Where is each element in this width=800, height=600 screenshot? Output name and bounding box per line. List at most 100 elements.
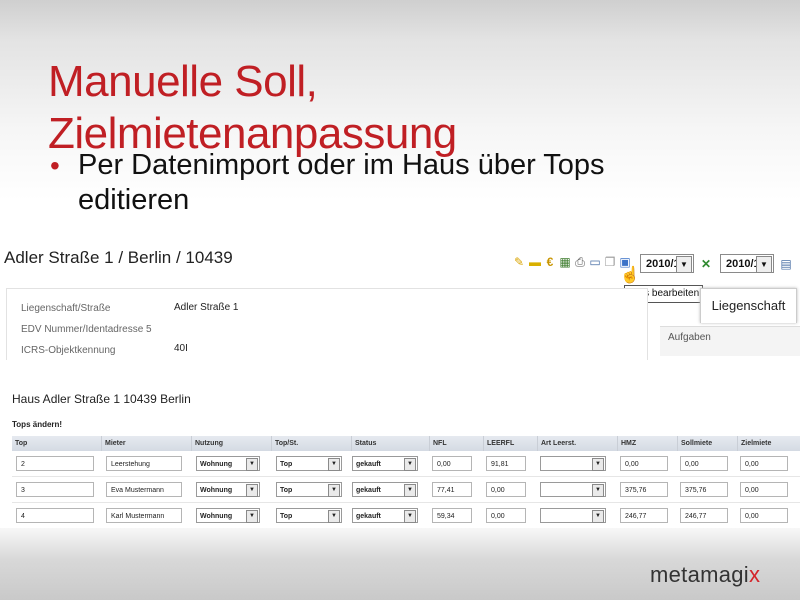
chevron-down-icon[interactable]: ▼ [246, 510, 258, 523]
hmz-input[interactable]: 375,76 [620, 482, 668, 497]
nutzung-select[interactable]: Wohnung ▼ [196, 482, 260, 497]
table-row: 2 Leerstehung Wohnung ▼ Top ▼ gekauft ▼ 0,0… [12, 451, 800, 477]
logo-x: x [749, 562, 761, 587]
zielmiete-input[interactable]: 0,00 [740, 508, 788, 523]
tops-table: Top Mieter Nutzung Top/St. Status NFL LE… [12, 436, 800, 528]
nutzung-value: Wohnung [200, 513, 233, 520]
bullet-dot-icon: • [50, 150, 60, 181]
sollmiete-input[interactable]: 375,76 [680, 482, 728, 497]
column-header: Top/St. [272, 436, 352, 451]
sidebar-item-aufgaben[interactable]: Aufgaben [660, 326, 800, 356]
status-value: gekauft [356, 487, 381, 494]
object-header-title: Adler Straße 1 / Berlin / 10439 [4, 248, 233, 267]
column-header: LEERFL [484, 436, 538, 451]
chevron-down-icon[interactable]: ▼ [404, 484, 416, 497]
hmz-input[interactable]: 246,77 [620, 508, 668, 523]
art-leerst-select[interactable]: ▼ [540, 508, 606, 523]
status-select[interactable]: gekauft ▼ [352, 508, 418, 523]
column-header: NFL [430, 436, 484, 451]
metamagix-logo: metamagix [650, 562, 760, 588]
tops-editor-screenshot: Haus Adler Straße 1 10439 Berlin Tops än… [0, 376, 800, 528]
table-view-icon[interactable]: ▤ [779, 257, 793, 271]
chevron-down-icon[interactable]: ▼ [676, 256, 692, 273]
mieter-input[interactable]: Leerstehung [106, 456, 182, 471]
euro-icon[interactable]: € [543, 255, 557, 269]
zielmiete-input[interactable]: 0,00 [740, 456, 788, 471]
art-leerst-select[interactable]: ▼ [540, 456, 606, 471]
hmz-input[interactable]: 0,00 [620, 456, 668, 471]
table-header-row: Top Mieter Nutzung Top/St. Status NFL LE… [12, 436, 800, 451]
topst-value: Top [280, 461, 293, 468]
chevron-down-icon[interactable]: ▼ [592, 484, 604, 497]
column-header: Art Leerst. [538, 436, 618, 451]
mieter-input[interactable]: Eva Mustermann [106, 482, 182, 497]
chevron-down-icon[interactable]: ▼ [592, 510, 604, 523]
status-select[interactable]: gekauft ▼ [352, 456, 418, 471]
date-to-select[interactable]: 2010/12 ▼ [720, 254, 774, 273]
nutzung-select[interactable]: Wohnung ▼ [196, 508, 260, 523]
column-header: Nutzung [192, 436, 272, 451]
spreadsheet-icon[interactable]: ▦ [558, 255, 572, 269]
top-input[interactable]: 4 [16, 508, 94, 523]
chevron-down-icon[interactable]: ▼ [328, 484, 340, 497]
bullet-line-1: Per Datenimport oder im Haus über Tops [78, 149, 605, 181]
leerfl-input[interactable]: 91,81 [486, 456, 526, 471]
table-row: 3 Eva Mustermann Wohnung ▼ Top ▼ gekauft ▼ … [12, 477, 800, 503]
leerfl-input[interactable]: 0,00 [486, 508, 526, 523]
object-view-screenshot: Adler Straße 1 / Berlin / 10439 ✎ ▬ € ▦ … [0, 238, 800, 360]
status-select[interactable]: gekauft ▼ [352, 482, 418, 497]
logo-text: metamagi [650, 562, 749, 587]
top-input[interactable]: 2 [16, 456, 94, 471]
chevron-down-icon[interactable]: ▼ [246, 458, 258, 471]
column-header: Mieter [102, 436, 192, 451]
sollmiete-input[interactable]: 0,00 [680, 456, 728, 471]
leerfl-input[interactable]: 0,00 [486, 482, 526, 497]
column-header: Status [352, 436, 430, 451]
status-value: gekauft [356, 461, 381, 468]
nfl-input[interactable]: 59,34 [432, 508, 472, 523]
mieter-input[interactable]: Karl Mustermann [106, 508, 182, 523]
house-title: Haus Adler Straße 1 10439 Berlin [12, 392, 191, 406]
chevron-down-icon[interactable]: ▼ [592, 458, 604, 471]
sollmiete-input[interactable]: 246,77 [680, 508, 728, 523]
pencil-icon[interactable]: ✎ [512, 255, 526, 269]
chevron-down-icon[interactable]: ▼ [756, 256, 772, 273]
copy-icon[interactable]: ❐ [603, 255, 617, 269]
date-from-select[interactable]: 2010/12 ▼ [640, 254, 694, 273]
column-header: HMZ [618, 436, 678, 451]
bullet-line-2: editieren [78, 184, 190, 216]
topst-select[interactable]: Top ▼ [276, 456, 342, 471]
status-value: gekauft [356, 513, 381, 520]
top-input[interactable]: 3 [16, 482, 94, 497]
bullet-text: Per Datenimport oder im Haus über Tops e… [78, 148, 605, 218]
art-leerst-select[interactable]: ▼ [540, 482, 606, 497]
folder-icon[interactable]: ▬ [528, 255, 542, 269]
printer-icon[interactable]: ⎙ [573, 255, 587, 269]
nutzung-value: Wohnung [200, 461, 233, 468]
zielmiete-input[interactable]: 0,00 [740, 482, 788, 497]
excel-icon[interactable]: ✕ [699, 257, 713, 271]
card-icon[interactable]: ▭ [588, 255, 602, 269]
column-header: Sollmiete [678, 436, 738, 451]
chevron-down-icon[interactable]: ▼ [404, 458, 416, 471]
topst-select[interactable]: Top ▼ [276, 508, 342, 523]
topst-value: Top [280, 487, 293, 494]
column-header: Top [12, 436, 102, 451]
field-label: ICRS-Objektkennung [21, 345, 116, 356]
nutzung-select[interactable]: Wohnung ▼ [196, 456, 260, 471]
tab-liegenschaft[interactable]: Liegenschaft [700, 288, 797, 323]
chevron-down-icon[interactable]: ▼ [246, 484, 258, 497]
object-info-panel: Liegenschaft/Straße Adler Straße 1 EDV N… [6, 288, 648, 360]
topst-select[interactable]: Top ▼ [276, 482, 342, 497]
field-label: EDV Nummer/Identadresse 5 [21, 324, 152, 335]
chevron-down-icon[interactable]: ▼ [404, 510, 416, 523]
nutzung-value: Wohnung [200, 487, 233, 494]
field-value: 40I [174, 343, 188, 354]
column-header: Zielmiete [741, 440, 772, 447]
nfl-input[interactable]: 77,41 [432, 482, 472, 497]
chevron-down-icon[interactable]: ▼ [328, 458, 340, 471]
section-label: Tops ändern! [12, 420, 63, 429]
chevron-down-icon[interactable]: ▼ [328, 510, 340, 523]
nfl-input[interactable]: 0,00 [432, 456, 472, 471]
field-label: Liegenschaft/Straße [21, 303, 111, 314]
